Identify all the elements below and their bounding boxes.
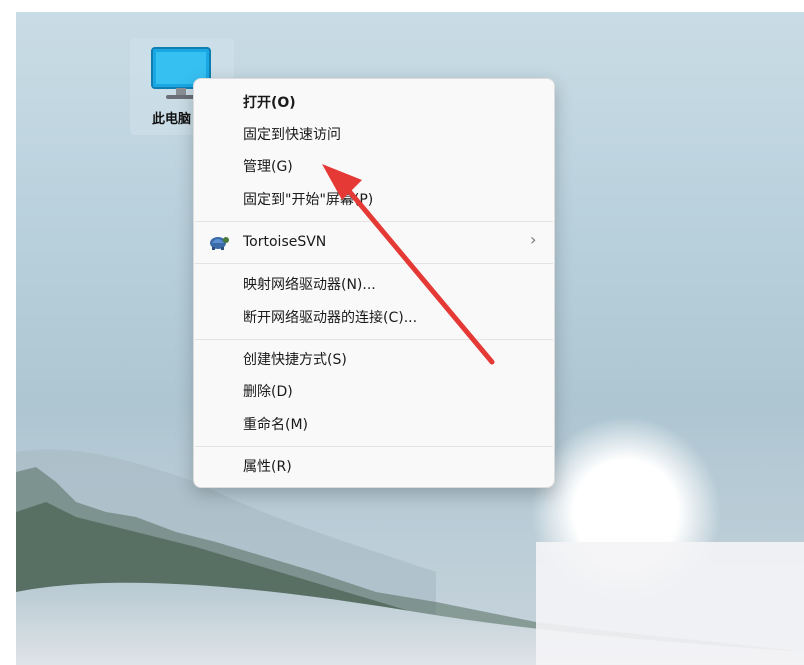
menu-item-rename[interactable]: 重命名(M) <box>243 415 308 435</box>
context-menu: 打开(O) 固定到快速访问 管理(G) 固定到"开始"屏幕(P) Tortois… <box>193 78 555 488</box>
menu-item-map-network-drive[interactable]: 映射网络驱动器(N)... <box>243 275 376 295</box>
menu-item-disconnect-network-drive[interactable]: 断开网络驱动器的连接(C)... <box>243 308 417 328</box>
menu-item-properties[interactable]: 属性(R) <box>243 457 292 477</box>
menu-separator <box>195 446 553 447</box>
menu-separator <box>195 263 553 264</box>
tortoisesvn-icon <box>210 237 229 250</box>
menu-separator <box>195 221 553 222</box>
menu-item-pin-quick-access[interactable]: 固定到快速访问 <box>243 125 341 145</box>
this-pc-label: 此电脑 <box>152 112 192 127</box>
menu-item-manage[interactable]: 管理(G) <box>243 157 293 177</box>
menu-item-pin-start[interactable]: 固定到"开始"屏幕(P) <box>243 190 373 210</box>
menu-item-create-shortcut[interactable]: 创建快捷方式(S) <box>243 350 347 370</box>
menu-item-open[interactable]: 打开(O) <box>243 93 296 113</box>
menu-item-tortoisesvn[interactable]: TortoiseSVN <box>243 232 326 252</box>
menu-separator <box>195 339 553 340</box>
menu-item-delete[interactable]: 删除(D) <box>243 382 293 402</box>
chevron-right-icon: › <box>530 230 537 249</box>
